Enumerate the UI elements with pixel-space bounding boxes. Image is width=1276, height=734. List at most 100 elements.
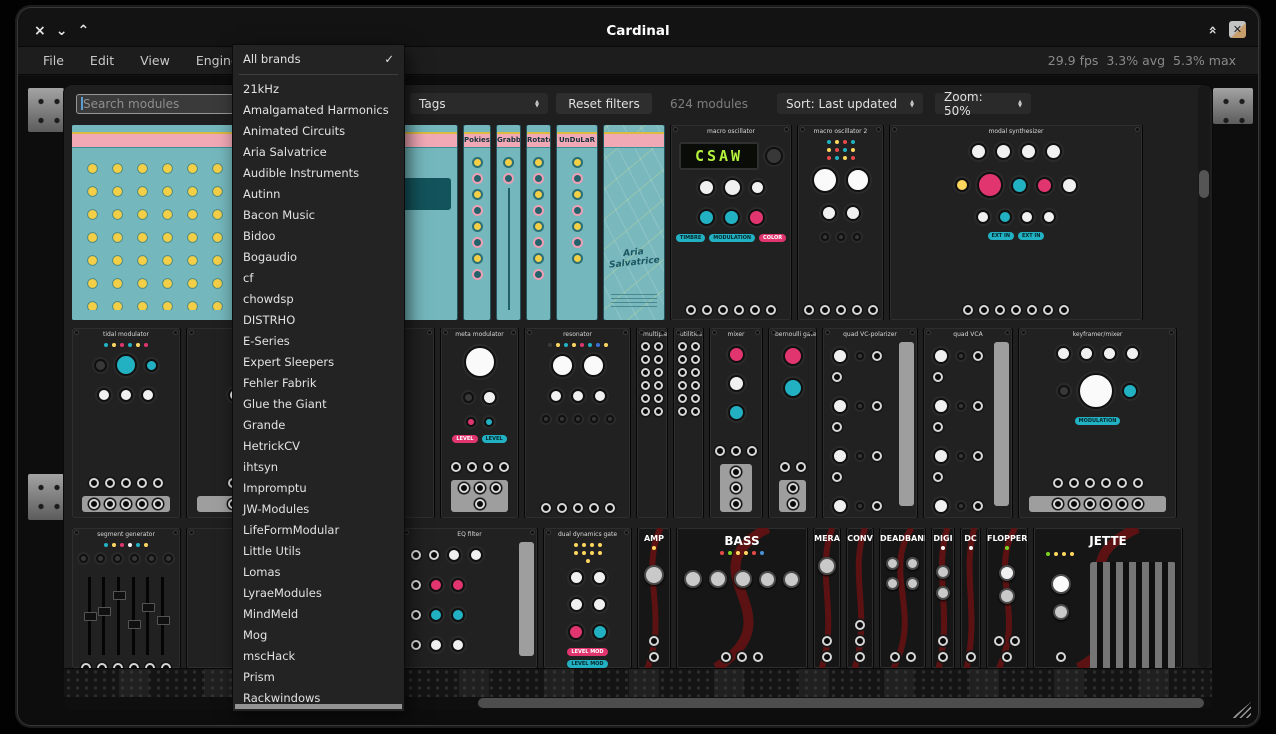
jack bbox=[89, 499, 99, 509]
knob bbox=[821, 205, 837, 221]
menu-view[interactable]: View bbox=[127, 47, 183, 74]
menu-item-audible-instruments[interactable]: Audible Instruments bbox=[233, 163, 404, 184]
knob bbox=[472, 269, 483, 280]
vertical-scrollbar-thumb[interactable] bbox=[1199, 170, 1209, 198]
knob-row bbox=[681, 570, 803, 588]
led bbox=[582, 551, 586, 555]
menu-item-21khz[interactable]: 21kHz bbox=[233, 79, 404, 100]
module-card-amp[interactable]: AMP bbox=[638, 528, 670, 668]
slider[interactable] bbox=[146, 577, 149, 655]
slider[interactable] bbox=[88, 577, 91, 655]
menu-item-lomas[interactable]: Lomas bbox=[233, 562, 404, 583]
menu-item-little-utils[interactable]: Little Utils bbox=[233, 541, 404, 562]
menu-item-lifeformmodular[interactable]: LifeFormModular bbox=[233, 520, 404, 541]
collapse-double-chevron-icon[interactable]: « bbox=[1204, 25, 1220, 34]
menu-file[interactable]: File bbox=[30, 47, 77, 74]
menu-item-aria-salvatrice[interactable]: Aria Salvatrice bbox=[233, 142, 404, 163]
jack bbox=[1053, 478, 1063, 488]
knob bbox=[698, 209, 715, 226]
menu-item-impromptu[interactable]: Impromptu bbox=[233, 478, 404, 499]
module-card-rotatoes[interactable]: Rotatoes bbox=[527, 125, 550, 320]
module-card-pokies[interactable]: Pokies bbox=[464, 125, 490, 320]
jack-row bbox=[639, 381, 665, 390]
module-card-bass[interactable]: BASS bbox=[677, 528, 807, 668]
text-caret bbox=[81, 97, 83, 110]
jack bbox=[475, 483, 485, 493]
led bbox=[1054, 552, 1058, 556]
vertical-scrollbar[interactable] bbox=[1198, 85, 1210, 668]
module-card-keyframer-mixer[interactable]: keyframer/mixerMODULATION bbox=[1019, 328, 1176, 518]
menu-item-jw-modules[interactable]: JW-Modules bbox=[233, 499, 404, 520]
module-card-quad-vca[interactable]: quad VCA bbox=[924, 328, 1012, 518]
module-card-undular[interactable]: UnDuLaR bbox=[557, 125, 597, 320]
menu-item-expert-sleepers[interactable]: Expert Sleepers bbox=[233, 352, 404, 373]
menu-item-grande[interactable]: Grande bbox=[233, 415, 404, 436]
zoom-select[interactable]: Zoom: 50% ▲▼ bbox=[935, 93, 1031, 114]
menu-item-chowdsp[interactable]: chowdsp bbox=[233, 289, 404, 310]
menu-item-ihtsyn[interactable]: ihtsyn bbox=[233, 457, 404, 478]
menu-item-mschack[interactable]: mscHack bbox=[233, 646, 404, 667]
module-card-macro-oscillator[interactable]: macro oscillatorCSAWTIMBREMODULATIONCOLO… bbox=[671, 125, 791, 320]
module-card-meta-modulator[interactable]: meta modulatorLEVELLEVEL bbox=[441, 328, 518, 518]
module-card-grabby[interactable]: Grabby bbox=[497, 125, 520, 320]
module-card-deadband[interactable]: DEADBAND bbox=[880, 528, 925, 668]
tags-select[interactable]: Tags ▲▼ bbox=[410, 93, 548, 114]
module-card-jette[interactable]: JETTE bbox=[1034, 528, 1182, 668]
knob bbox=[572, 157, 583, 168]
menu-item-amalgamated-harmonics[interactable]: Amalgamated Harmonics bbox=[233, 100, 404, 121]
led bbox=[112, 543, 116, 547]
search-input[interactable] bbox=[76, 94, 236, 114]
menu-item-all-brands[interactable]: All brands ✓ bbox=[233, 49, 404, 70]
menu-scroll-indicator[interactable] bbox=[235, 704, 402, 709]
horizontal-scrollbar-thumb[interactable] bbox=[478, 698, 1204, 708]
knob bbox=[472, 157, 483, 168]
module-card-tidal-modulator[interactable]: tidal modulator bbox=[72, 328, 180, 518]
menu-item-mindmeld[interactable]: MindMeld bbox=[233, 604, 404, 625]
module-card-conv[interactable]: CONV bbox=[847, 528, 873, 668]
module-card-bernoulli-gate[interactable]: bernoulli gate bbox=[769, 328, 816, 518]
module-card-segment-generator[interactable]: segment generator bbox=[72, 528, 180, 668]
menu-item-bogaudio[interactable]: Bogaudio bbox=[233, 247, 404, 268]
menu-item-lyraemodules[interactable]: LyraeModules bbox=[233, 583, 404, 604]
module-card-dc[interactable]: DC bbox=[961, 528, 980, 668]
menu-item-bidoo[interactable]: Bidoo bbox=[233, 226, 404, 247]
module-card[interactable]: Aria Salvatrice bbox=[604, 125, 664, 320]
module-card-eq-filter[interactable]: EQ filter bbox=[402, 528, 537, 668]
slider[interactable] bbox=[132, 577, 135, 655]
slider[interactable] bbox=[161, 577, 164, 655]
menu-item-fehler-fabrik[interactable]: Fehler Fabrik bbox=[233, 373, 404, 394]
module-card-dual-dynamics-gate[interactable]: dual dynamics gateLEVEL MODLEVEL MOD bbox=[544, 528, 631, 668]
menu-item-e-series[interactable]: E-Series bbox=[233, 331, 404, 352]
menu-item-autinn[interactable]: Autinn bbox=[233, 184, 404, 205]
slider[interactable] bbox=[117, 577, 120, 655]
menu-item-cf[interactable]: cf bbox=[233, 268, 404, 289]
reset-filters-button[interactable]: Reset filters bbox=[556, 93, 652, 114]
menu-item-distrho[interactable]: DISTRHO bbox=[233, 310, 404, 331]
module-card-digi[interactable]: DIGI bbox=[932, 528, 954, 668]
module-card-modal-synthesizer[interactable]: modal synthesizerEXT INEXT IN bbox=[890, 125, 1142, 320]
menu-item-hetrickcv[interactable]: HetrickCV bbox=[233, 436, 404, 457]
jack-row bbox=[1029, 496, 1166, 512]
module-card-mera[interactable]: MERA bbox=[814, 528, 840, 668]
knob bbox=[933, 398, 949, 414]
module-card-quad-vc-polarizer[interactable]: quad VC-polarizer bbox=[823, 328, 917, 518]
module-card-utilities[interactable]: utilities bbox=[674, 328, 703, 518]
menu-item-animated-circuits[interactable]: Animated Circuits bbox=[233, 121, 404, 142]
module-card-mixer[interactable]: mixer bbox=[710, 328, 762, 518]
menu-item-glue-the-giant[interactable]: Glue the Giant bbox=[233, 394, 404, 415]
jack bbox=[411, 640, 421, 650]
module-card-macro-oscillator-2[interactable]: macro oscillator 2 bbox=[798, 125, 883, 320]
menu-edit[interactable]: Edit bbox=[77, 47, 127, 74]
sort-select[interactable]: Sort: Last updated ▲▼ bbox=[777, 93, 923, 114]
slider[interactable] bbox=[102, 577, 105, 655]
module-card-flopper[interactable]: FLOPPER bbox=[987, 528, 1027, 668]
menu-item-mog[interactable]: Mog bbox=[233, 625, 404, 646]
led bbox=[556, 343, 560, 347]
jack bbox=[121, 478, 131, 488]
module-card-resonator[interactable]: resonator bbox=[525, 328, 630, 518]
module-card-multiples[interactable]: multiples bbox=[637, 328, 667, 518]
app-badge-icon[interactable]: ✕ bbox=[1229, 21, 1246, 38]
menu-item-prism[interactable]: Prism bbox=[233, 667, 404, 688]
knob bbox=[995, 143, 1012, 160]
menu-item-bacon-music[interactable]: Bacon Music bbox=[233, 205, 404, 226]
